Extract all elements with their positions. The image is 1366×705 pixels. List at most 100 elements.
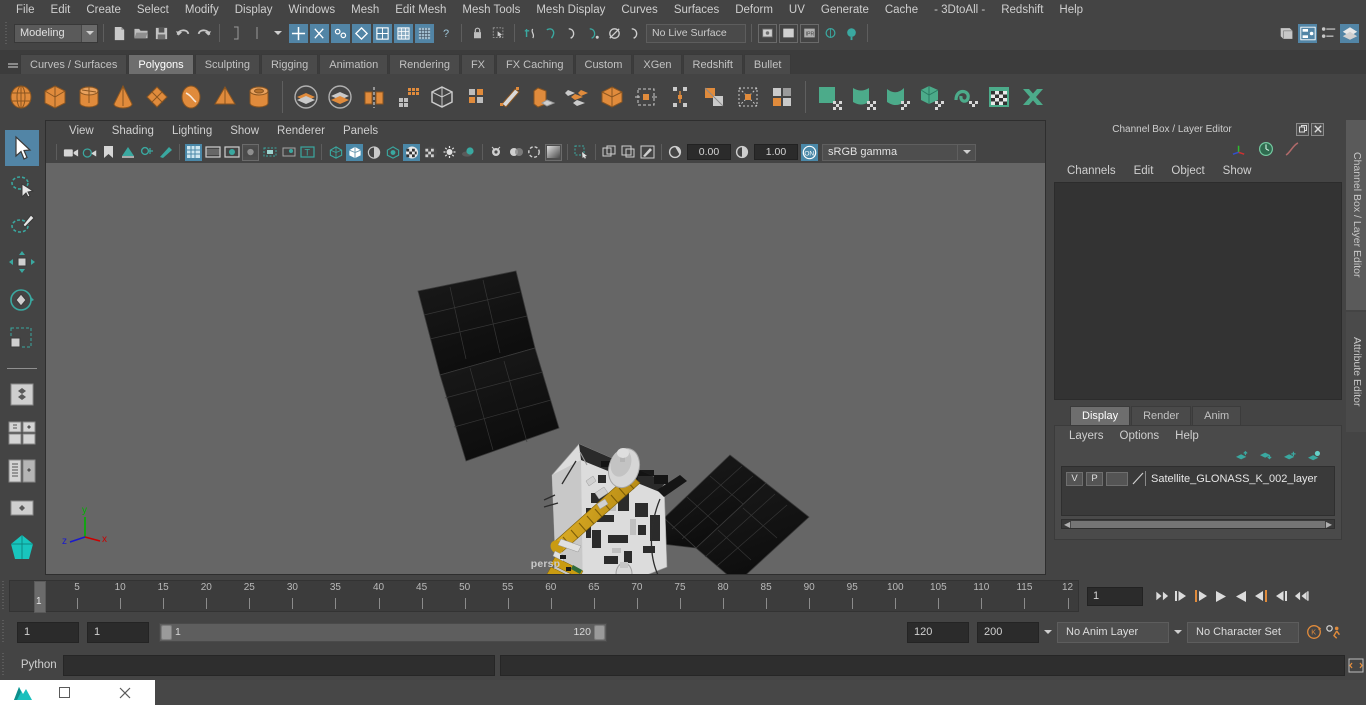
layer-tab-anim[interactable]: Anim bbox=[1192, 406, 1242, 425]
current-frame-field[interactable]: 1 bbox=[1087, 586, 1143, 606]
save-scene-icon[interactable] bbox=[152, 24, 171, 43]
scrollbar-thumb[interactable] bbox=[1071, 520, 1325, 528]
chevron-down-icon[interactable] bbox=[958, 143, 976, 161]
poly-layout-icon[interactable] bbox=[765, 78, 799, 116]
poly-pipe-icon[interactable] bbox=[242, 78, 276, 116]
quad-draw-icon[interactable] bbox=[731, 78, 765, 116]
shelf-tab-custom[interactable]: Custom bbox=[574, 54, 633, 74]
shelf-tab-animation[interactable]: Animation bbox=[319, 54, 389, 74]
layer-shading-toggle[interactable] bbox=[1106, 471, 1128, 486]
tool-settings-panel-icon[interactable] bbox=[1319, 24, 1338, 43]
close-icon[interactable] bbox=[1311, 122, 1325, 136]
command-result-field[interactable] bbox=[500, 654, 1345, 676]
menu-item-windows[interactable]: Windows bbox=[280, 0, 343, 20]
attribute-editor-panel-icon[interactable] bbox=[1298, 23, 1317, 43]
snapshot-icon[interactable] bbox=[620, 144, 637, 161]
open-scene-icon[interactable] bbox=[131, 24, 150, 43]
rotate-tool[interactable] bbox=[5, 282, 39, 318]
persp-outliner-layout-button[interactable] bbox=[5, 415, 39, 451]
layer-tab-display[interactable]: Display bbox=[1070, 406, 1131, 425]
viewport-menu-panels[interactable]: Panels bbox=[334, 121, 387, 141]
channelbox-menu-show[interactable]: Show bbox=[1214, 165, 1261, 177]
wireframe-shading-icon[interactable] bbox=[327, 144, 344, 161]
bevel-icon[interactable] bbox=[561, 78, 595, 116]
mirror-geometry-icon[interactable] bbox=[357, 78, 391, 116]
menu-item-help[interactable]: Help bbox=[1051, 0, 1091, 20]
animation-clock-icon[interactable] bbox=[1258, 141, 1274, 157]
poly-cube-icon[interactable] bbox=[38, 78, 72, 116]
snap-to-projected-center-icon[interactable] bbox=[584, 24, 603, 43]
menu-item-generate[interactable]: Generate bbox=[813, 0, 877, 20]
layer-list[interactable]: V P Satellite_GLONASS_K_002_layer bbox=[1061, 466, 1335, 516]
snap-to-point-icon[interactable] bbox=[563, 24, 582, 43]
menu-item-create[interactable]: Create bbox=[78, 0, 129, 20]
shelf-tab-rendering[interactable]: Rendering bbox=[389, 54, 460, 74]
select-by-hierarchy-icon[interactable] bbox=[289, 23, 308, 43]
color-management-toggle-icon[interactable]: ON bbox=[801, 143, 818, 161]
select-camera-icon[interactable] bbox=[62, 144, 79, 161]
menu-item-file[interactable]: File bbox=[8, 0, 43, 20]
gamma-icon[interactable] bbox=[734, 144, 751, 161]
maya-app-icon[interactable] bbox=[12, 684, 34, 702]
viewport-canvas[interactable]: y x z persp bbox=[46, 163, 1045, 574]
screen-space-ao-icon[interactable] bbox=[422, 144, 439, 161]
shelf-tab-redshift[interactable]: Redshift bbox=[682, 54, 743, 74]
side-tab-channel-box-layer-editor[interactable]: Channel Box / Layer Editor bbox=[1346, 120, 1366, 310]
gate-mask-icon[interactable] bbox=[242, 143, 259, 161]
shelf-tab-polygons[interactable]: Polygons bbox=[128, 54, 194, 74]
poly-cone-icon[interactable] bbox=[106, 78, 140, 116]
viewport-menu-renderer[interactable]: Renderer bbox=[268, 121, 334, 141]
graph-curve-icon[interactable] bbox=[1284, 141, 1300, 157]
step-back-key-button[interactable] bbox=[1172, 586, 1190, 606]
motion-blur-icon[interactable] bbox=[507, 144, 524, 161]
anim-start-field[interactable]: 1 bbox=[87, 621, 149, 643]
render-current-frame-icon[interactable] bbox=[758, 23, 777, 43]
viewport-menu-lighting[interactable]: Lighting bbox=[163, 121, 221, 141]
new-layer-icon[interactable] bbox=[1283, 450, 1297, 462]
lock-icon[interactable] bbox=[468, 24, 487, 43]
layer-color-swatch[interactable] bbox=[1131, 471, 1146, 486]
close-button[interactable] bbox=[95, 687, 156, 699]
select-tool[interactable] bbox=[5, 130, 39, 166]
channel-box-panel-icon[interactable] bbox=[1340, 23, 1359, 43]
playback-end-field[interactable]: 120 bbox=[907, 621, 969, 643]
film-gate-icon[interactable] bbox=[204, 144, 221, 161]
shelf-tab-fx-caching[interactable]: FX Caching bbox=[496, 54, 574, 74]
poly-cylinder-icon[interactable] bbox=[72, 78, 106, 116]
bookmark-icon[interactable] bbox=[100, 144, 117, 161]
shelf-tab-xgen[interactable]: XGen bbox=[633, 54, 682, 74]
range-start-handle[interactable] bbox=[161, 624, 172, 640]
range-slider-grip[interactable] bbox=[0, 620, 9, 644]
reduce-mesh-icon[interactable] bbox=[459, 78, 493, 116]
layer-menu-options[interactable]: Options bbox=[1112, 430, 1168, 442]
snap-to-view-plane-icon[interactable] bbox=[605, 24, 624, 43]
menu-item-redshift[interactable]: Redshift bbox=[993, 0, 1051, 20]
step-forward-key-button[interactable] bbox=[1272, 586, 1290, 606]
play-backwards-button[interactable] bbox=[1212, 586, 1230, 606]
extrude-icon[interactable] bbox=[527, 78, 561, 116]
axis-indicator-icon[interactable] bbox=[1231, 142, 1248, 157]
foamy-tool-icon[interactable] bbox=[948, 78, 982, 116]
image-plane-icon[interactable] bbox=[119, 144, 136, 161]
menu-item-deform[interactable]: Deform bbox=[727, 0, 781, 20]
go-to-end-button[interactable] bbox=[1292, 586, 1310, 606]
merge-vertex-icon[interactable] bbox=[629, 78, 663, 116]
color-management-select[interactable]: sRGB gamma bbox=[822, 143, 958, 161]
boolean-union-icon[interactable] bbox=[289, 78, 323, 116]
resolution-gate-icon[interactable] bbox=[223, 144, 240, 161]
textured-shading-icon[interactable] bbox=[403, 143, 420, 161]
menu-item-surfaces[interactable]: Surfaces bbox=[666, 0, 727, 20]
side-tab-attribute-editor[interactable]: Attribute Editor bbox=[1346, 312, 1366, 432]
layer-tab-render[interactable]: Render bbox=[1131, 406, 1192, 425]
component-uv-icon[interactable] bbox=[415, 23, 434, 43]
use-default-material-icon[interactable] bbox=[384, 144, 401, 161]
make-live-icon[interactable] bbox=[626, 24, 645, 43]
play-forwards-button[interactable] bbox=[1232, 586, 1250, 606]
character-set-select[interactable]: No Character Set bbox=[1187, 621, 1299, 643]
paint-select-tool[interactable] bbox=[5, 206, 39, 242]
animation-preferences-icon[interactable] bbox=[1325, 622, 1343, 642]
menu-item-cache[interactable]: Cache bbox=[877, 0, 926, 20]
exposure-field[interactable]: 0.00 bbox=[687, 144, 731, 160]
redo-icon[interactable] bbox=[194, 24, 213, 43]
restore-window-icon[interactable] bbox=[1296, 122, 1310, 136]
